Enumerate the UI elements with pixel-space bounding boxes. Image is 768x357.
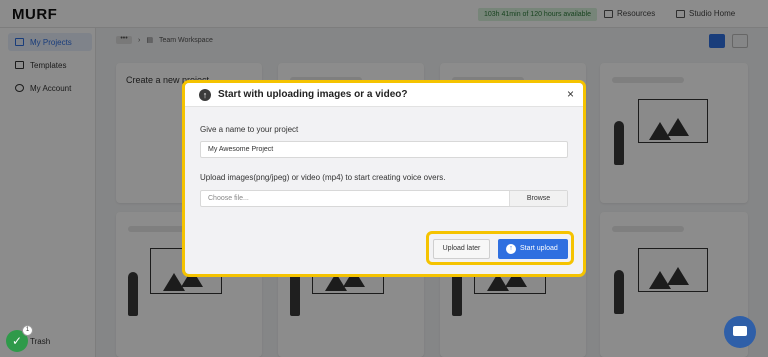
file-placeholder: Choose file...	[208, 195, 249, 202]
dialog-header: ↑ Start with uploading images or a video…	[185, 83, 583, 107]
upload-label: Upload images(png/jpeg) or video (mp4) t…	[200, 173, 446, 182]
file-input[interactable]: Choose file... Browse	[200, 190, 568, 207]
chat-icon[interactable]	[724, 316, 756, 348]
notification-count-badge: 1	[22, 325, 33, 336]
upload-later-button[interactable]: Upload later	[433, 239, 490, 259]
upload-arrow-icon: ↑	[199, 89, 211, 101]
start-upload-label: Start upload	[520, 245, 558, 252]
browse-button[interactable]: Browse	[509, 191, 567, 206]
project-name-label: Give a name to your project	[200, 125, 299, 134]
close-button[interactable]: ×	[567, 87, 574, 101]
dialog-title: Start with uploading images or a video?	[218, 89, 408, 100]
project-name-input[interactable]	[200, 141, 568, 158]
upload-arrow-icon: ↑	[506, 244, 516, 254]
upload-dialog: ↑ Start with uploading images or a video…	[185, 83, 583, 274]
start-upload-button[interactable]: ↑ Start upload	[498, 239, 568, 259]
